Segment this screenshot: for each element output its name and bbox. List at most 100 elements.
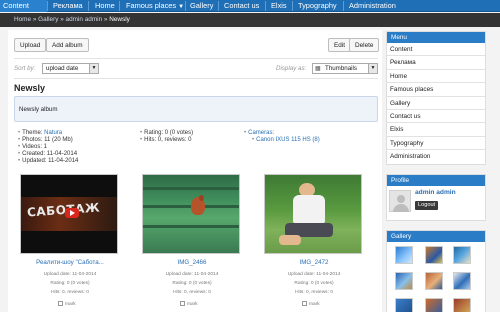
album-description: Newsly album — [19, 106, 58, 113]
menu-header: Menu — [387, 32, 485, 43]
cameras-label: Cameras: — [248, 130, 275, 136]
nav-item-elxis[interactable]: Elxis — [268, 0, 290, 12]
nav-item-advertising[interactable]: Реклама — [50, 0, 86, 12]
nav-item-typography[interactable]: Typography — [295, 0, 340, 12]
breadcrumb-user[interactable]: admin admin — [66, 16, 103, 23]
play-icon — [65, 208, 79, 218]
nav-item-famous-places-label: Famous places — [126, 1, 177, 10]
breadcrumb: Home » Gallery » admin admin » Newsly — [14, 16, 130, 23]
upload-button[interactable]: Upload — [14, 38, 47, 52]
created-date: Created: 11-04-2014 — [22, 151, 78, 157]
sort-label: Sort by: — [14, 65, 36, 72]
profile-username[interactable]: admin admin — [415, 189, 456, 196]
nav-item-famous-places[interactable]: Famous places ▼ — [123, 0, 187, 12]
mark-label: mark — [309, 301, 320, 307]
sort-select-value: upload date — [46, 65, 79, 72]
sidebar-item-gallery[interactable]: Gallery — [387, 97, 485, 110]
updated-date: Updated: 11-04-2014 — [22, 158, 79, 164]
sort-select[interactable]: upload date ▼ — [42, 63, 99, 74]
toolbar-divider — [14, 58, 378, 59]
breadcrumb-gallery[interactable]: Gallery — [38, 16, 58, 23]
avatar[interactable] — [389, 190, 411, 212]
photo-card: САБОТАЖ Реалити-шоу "Сабота... Upload da… — [14, 174, 126, 307]
nav-item-gallery[interactable]: Gallery — [187, 0, 216, 12]
chevron-down-icon: ▼ — [178, 4, 185, 10]
sidebar-item-administration[interactable]: Administration — [387, 150, 485, 163]
album-title: Newsly — [14, 83, 46, 93]
gallery-thumbnail[interactable] — [453, 246, 471, 264]
sidebar-gallery: Gallery — [386, 230, 486, 312]
sidebar-item-typography[interactable]: Typography — [387, 137, 485, 151]
nav-item-home[interactable]: Home — [92, 0, 118, 12]
nav-separator — [119, 1, 120, 11]
edit-button[interactable]: Edit — [328, 38, 352, 52]
breadcrumb-current: Newsly — [109, 16, 130, 23]
gallery-thumbnail[interactable] — [395, 298, 413, 312]
photo-rating: Rating: 0 (0 votes) — [50, 281, 90, 286]
photo-upload-date: Upload date: 11-04-2014 — [165, 272, 219, 277]
sidebar-item-elxis[interactable]: Elxis — [387, 123, 485, 137]
album-info-mid: • Rating: 0 (0 votes) • Hits: 0, reviews: … — [140, 130, 194, 143]
mark-label: mark — [187, 301, 198, 307]
mark-label: mark — [65, 301, 76, 307]
filter-divider — [14, 78, 378, 79]
nav-separator — [265, 1, 266, 11]
chevron-down-icon: ▼ — [368, 64, 377, 73]
display-select-value: Thumbnails — [325, 65, 357, 72]
grid-icon: ▦ — [315, 66, 321, 72]
gallery-thumbnail[interactable] — [425, 246, 443, 264]
theme-label: Theme: — [22, 130, 45, 136]
photo-card: IMG_2472 Upload date: 11-04-2014 Rating:… — [258, 174, 370, 307]
gallery-thumbnail[interactable] — [395, 272, 413, 290]
gallery-thumbnail[interactable] — [425, 272, 443, 290]
album-info-right: • Cameras: • Canon IXUS 115 HS (8) — [244, 130, 320, 143]
gallery-thumbnail[interactable] — [453, 272, 471, 290]
nav-separator — [47, 1, 48, 11]
profile-header: Profile — [387, 175, 485, 186]
gallery-thumbnail[interactable] — [395, 246, 413, 264]
theme-row: • Theme: Natura — [18, 130, 63, 136]
gallery-thumbnail[interactable] — [453, 298, 471, 312]
logout-button[interactable]: Logout — [415, 201, 439, 210]
display-select[interactable]: ▦ Thumbnails ▼ — [312, 63, 378, 74]
gallery-thumbnail[interactable] — [425, 298, 443, 312]
mark-checkbox[interactable]: mark — [302, 301, 320, 307]
sidebar-item-home[interactable]: Home — [387, 70, 485, 84]
mark-checkbox[interactable]: mark — [180, 301, 198, 307]
camera-link[interactable]: Canon IXUS 115 HS (8) — [256, 137, 320, 143]
album-description-box: Newsly album — [14, 96, 378, 122]
photo-name-link[interactable]: IMG_2472 — [258, 259, 370, 266]
photo-upload-date: Upload date: 11-04-2014 — [287, 272, 341, 277]
photo-card: IMG_2466 Upload date: 11-04-2014 Rating:… — [136, 174, 248, 307]
nav-item-contact-us[interactable]: Contact us — [221, 0, 262, 12]
sidebar-item-content[interactable]: Content — [387, 43, 485, 57]
photo-thumbnail[interactable] — [142, 174, 240, 254]
nav-item-administration[interactable]: Administration — [346, 0, 399, 12]
sidebar-item-famous-places[interactable]: Famous places — [387, 83, 485, 97]
photo-name-link[interactable]: Реалити-шоу "Сабота... — [14, 259, 126, 266]
photo-name-link[interactable]: IMG_2466 — [136, 259, 248, 266]
album-rating: Rating: 0 (0 votes) — [144, 130, 194, 136]
main-content: Upload Add album Edit Delete Sort by: up… — [8, 30, 382, 312]
nav-separator — [185, 1, 186, 11]
sidebar-item-contact-us[interactable]: Contact us — [387, 110, 485, 124]
breadcrumb-home[interactable]: Home — [14, 16, 31, 23]
album-info-left: • Theme: Natura • Photos: 11 (20 Mb) • Vide… — [18, 130, 79, 164]
photo-thumbnail[interactable]: САБОТАЖ — [20, 174, 118, 254]
theme-link[interactable]: Natura — [44, 130, 62, 136]
album-hits: Hits: 0, reviews: 0 — [144, 137, 192, 143]
photo-hits: Hits: 0, reviews: 0 — [51, 290, 89, 295]
add-album-button[interactable]: Add album — [46, 38, 89, 52]
nav-item-content[interactable]: Content — [0, 0, 47, 12]
chevron-down-icon: ▼ — [89, 64, 98, 73]
nav-separator — [292, 1, 293, 11]
nav-separator — [343, 1, 344, 11]
mark-checkbox[interactable]: mark — [58, 301, 76, 307]
photo-upload-date: Upload date: 11-04-2014 — [43, 272, 97, 277]
sidebar-item-advertising[interactable]: Реклама — [387, 56, 485, 70]
checkbox-icon — [58, 301, 63, 306]
photo-hits: Hits: 0, reviews: 0 — [173, 290, 211, 295]
videos-count: Videos: 1 — [22, 144, 48, 150]
delete-button[interactable]: Delete — [349, 38, 380, 52]
photo-thumbnail[interactable] — [264, 174, 362, 254]
